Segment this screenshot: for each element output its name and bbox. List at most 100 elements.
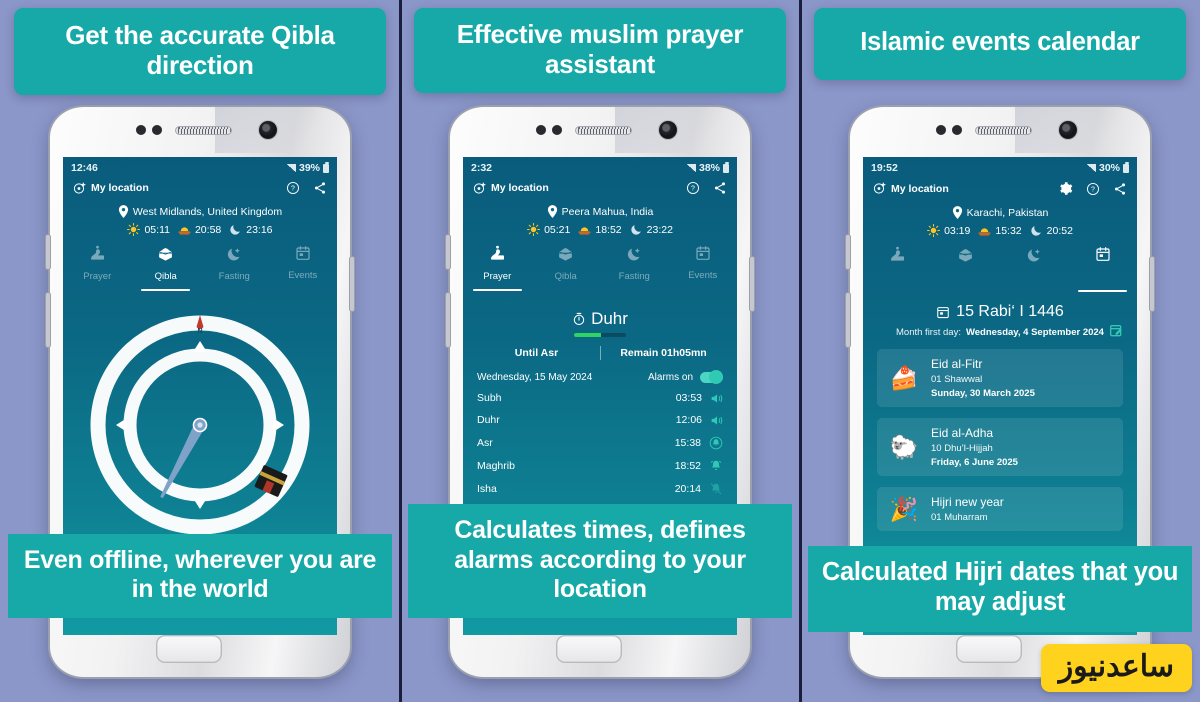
help-icon[interactable]: ? (1086, 182, 1100, 196)
front-camera-icon (259, 121, 277, 139)
volume-up-button[interactable] (446, 235, 450, 269)
tab-fasting[interactable]: Fasting (1000, 246, 1069, 292)
tab-qibla[interactable]: Qibla (532, 245, 601, 291)
signal-icon (686, 164, 696, 172)
volume-up-button[interactable] (846, 235, 850, 269)
hijri-date-value: 15 Rabi‘ I 1446 (956, 303, 1064, 320)
tab-qibla[interactable]: Qibla (132, 245, 201, 291)
power-button[interactable] (1150, 257, 1154, 311)
sunrise-time: 05:21 (527, 223, 570, 236)
tab-prayer[interactable]: Prayer (863, 246, 932, 292)
share-icon[interactable] (1113, 182, 1127, 196)
home-button[interactable] (956, 635, 1022, 663)
tab-events[interactable]: Events (669, 245, 738, 291)
alarms-toggle[interactable] (700, 370, 723, 384)
kaaba-icon (157, 245, 174, 262)
timer-icon (572, 312, 586, 326)
battery-percent: 39% (298, 162, 320, 174)
night-value: 23:22 (646, 223, 673, 236)
bell-off-icon[interactable] (709, 482, 723, 496)
home-button[interactable] (156, 635, 222, 663)
speaker-icon[interactable] (710, 392, 723, 405)
front-camera-icon (1059, 121, 1077, 139)
app-bar: My location ? (463, 176, 737, 198)
bell-icon[interactable] (709, 459, 723, 473)
volume-up-button[interactable] (46, 235, 50, 269)
kaaba-icon (557, 245, 574, 262)
sunrise-icon (527, 223, 541, 236)
power-button[interactable] (350, 257, 354, 311)
prayer-time-row[interactable]: Asr 15:38 (463, 427, 737, 450)
sunrise-time: 05:11 (127, 223, 170, 236)
bell-circle-icon[interactable] (709, 436, 723, 450)
my-location-button[interactable]: My location (873, 182, 949, 195)
tab-prayer[interactable]: Prayer (463, 245, 532, 291)
event-emoji-icon: 🎉 (889, 495, 919, 522)
edit-calendar-icon[interactable] (1109, 323, 1125, 339)
tab-label: Events (688, 270, 718, 281)
panel-caption: Calculated Hijri dates that you may adju… (808, 546, 1192, 632)
volume-down-button[interactable] (46, 293, 50, 347)
volume-down-button[interactable] (846, 293, 850, 347)
prayer-time: 12:06 (675, 414, 702, 426)
sunrise-value: 05:11 (144, 223, 170, 236)
share-icon[interactable] (313, 181, 327, 195)
earpiece-speaker-icon (575, 126, 632, 135)
alarms-label: Alarms on (647, 371, 693, 383)
current-place: West Midlands, United Kingdom (63, 205, 337, 218)
prayer-time-row[interactable]: Maghrib 18:52 (463, 450, 737, 473)
night-value: 20:52 (1046, 224, 1073, 237)
map-pin-icon (547, 205, 558, 218)
prayer-time: 15:38 (674, 436, 701, 449)
month-first-day: Month first day: Wednesday, 4 September … (863, 325, 1137, 338)
event-card[interactable]: 🐑 Eid al-Adha 10 Dhu’l-Hijjah Friday, 6 … (877, 418, 1123, 476)
event-card[interactable]: 🎉 Hijri new year 01 Muharram (877, 487, 1123, 531)
tab-events[interactable]: Events (269, 245, 338, 291)
sunset-icon (978, 224, 991, 237)
promo-panel-qibla: Get the accurate Qibla direction 12:46 3… (0, 0, 400, 702)
hijri-date: 15 Rabi‘ I 1446 (863, 303, 1137, 321)
event-card[interactable]: 🍰 Eid al-Fitr 01 Shawwal Sunday, 30 Marc… (877, 349, 1123, 407)
event-hijri-date: 01 Shawwal (931, 374, 983, 385)
prayer-time-row[interactable]: Isha 20:14 (463, 473, 737, 496)
tab-label: Qibla (554, 271, 577, 282)
panel-heading: Effective muslim prayer assistant (414, 8, 786, 93)
watermark-badge: ساعدنیوز (1040, 644, 1192, 692)
qibla-compass[interactable]: N (63, 297, 337, 567)
gear-icon[interactable] (1058, 181, 1073, 196)
tab-fasting[interactable]: Fasting (600, 245, 669, 291)
power-button[interactable] (750, 257, 754, 311)
volume-down-button[interactable] (446, 293, 450, 347)
tab-events[interactable]: Events (1069, 246, 1138, 292)
tab-qibla[interactable]: Qibla (932, 246, 1001, 292)
status-indicators: 38% (686, 161, 729, 174)
sunrise-value: 05:21 (544, 223, 571, 236)
panel-divider (399, 0, 402, 702)
speaker-icon[interactable] (710, 414, 723, 427)
home-button[interactable] (556, 635, 622, 663)
fasting-icon (626, 245, 643, 262)
prayer-time-row[interactable]: Duhr 12:06 (463, 405, 737, 427)
prayer-time: 18:52 (674, 459, 701, 472)
praying-icon (889, 246, 906, 263)
battery-icon (323, 161, 329, 173)
share-icon[interactable] (713, 181, 727, 195)
my-location-label: My location (91, 182, 149, 194)
until-label: Until Asr (514, 346, 559, 359)
my-location-button[interactable]: My location (473, 182, 549, 195)
tab-fasting[interactable]: Fasting (200, 245, 269, 291)
help-icon[interactable]: ? (286, 181, 300, 195)
proximity-sensor-icon (136, 125, 146, 135)
next-prayer-meta: Until Asr Remain 01h05mn (463, 345, 737, 360)
tab-prayer[interactable]: Prayer (63, 245, 132, 291)
alarms-date: Wednesday, 15 May 2024 (477, 371, 593, 383)
night-icon (229, 223, 242, 236)
promo-panel-prayer: Effective muslim prayer assistant 2:32 3… (400, 0, 800, 702)
help-icon[interactable]: ? (686, 181, 700, 195)
sun-times-row: 05:11 20:58 23:16 (63, 223, 337, 236)
panel-caption: Even offline, wherever you are in the wo… (8, 533, 392, 618)
my-location-button[interactable]: My location (73, 182, 149, 195)
prayer-time-row[interactable]: Subh 03:53 (463, 383, 737, 405)
event-gregorian-date: Sunday, 30 March 2025 (931, 388, 1035, 399)
front-camera-icon (659, 121, 677, 139)
